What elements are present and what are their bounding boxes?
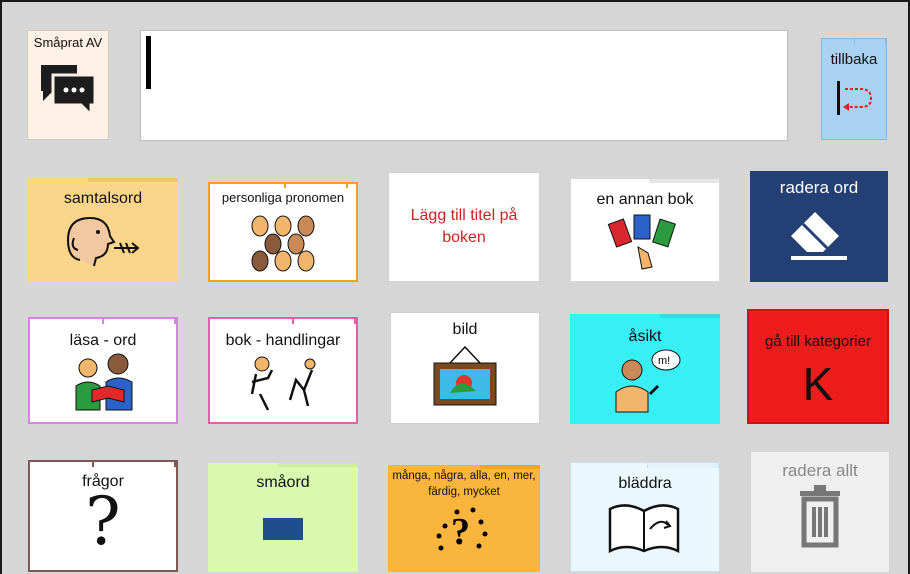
folder-tab (284, 184, 348, 188)
return-arrow-icon (837, 81, 873, 115)
app-frame: Småprat AV tillbaka samtalsord personlig… (0, 0, 910, 574)
actions-icon (250, 356, 316, 411)
rectangle-icon (263, 518, 303, 541)
eraser-icon (791, 212, 847, 261)
bladdra-label: bläddra (618, 475, 672, 492)
svg-text:m!: m! (658, 355, 670, 367)
lagg-till-titel-button[interactable]: Lägg till titel på boken (388, 172, 540, 282)
message-input[interactable] (140, 30, 788, 141)
samtalsord-button[interactable]: samtalsord (28, 178, 178, 282)
k-letter: K (802, 358, 834, 410)
asikt-label: åsikt (628, 328, 662, 345)
personliga-pronomen-label: personliga pronomen (221, 190, 345, 205)
radera-ord-label: radera ord (779, 178, 859, 197)
bladdra-button[interactable]: bläddra (570, 462, 720, 572)
speaking-head-icon (66, 217, 140, 267)
ga-till-kategorier-label: gå till kategorier (765, 333, 871, 350)
ga-till-kategorier-button[interactable]: gå till kategorier K (747, 309, 889, 424)
folder-tab (92, 462, 176, 467)
folder-tab (102, 319, 176, 324)
folder-tab (292, 319, 356, 324)
books-icon (607, 214, 676, 270)
en-annan-bok-label: en annan bok (596, 191, 694, 208)
radera-ord-button[interactable]: radera ord (750, 171, 888, 282)
reading-people-icon (75, 353, 133, 411)
faces-icon (251, 215, 315, 272)
manga-label: många, några, alla, en, mer, färdig, myc… (392, 470, 536, 498)
manga-button[interactable]: många, några, alla, en, mer, färdig, myc… (388, 465, 540, 572)
folder-tab (278, 463, 358, 467)
svg-text:?: ? (451, 511, 470, 553)
smaord-button[interactable]: småord (208, 463, 358, 572)
folder-tab (660, 314, 720, 318)
question-mark-icon: ? (85, 483, 121, 561)
radera-allt-button[interactable]: radera allt (751, 452, 889, 572)
lagg-till-titel-label: Lägg till titel på boken (410, 207, 518, 246)
folder-tab (649, 179, 719, 183)
fragor-button[interactable]: frågor ? (28, 460, 178, 572)
opinion-person-icon: m! (615, 349, 681, 413)
personliga-pronomen-button[interactable]: personliga pronomen (208, 182, 358, 282)
bild-label: bild (452, 321, 478, 338)
chat-bubbles-icon (41, 64, 97, 119)
framed-picture-icon (433, 346, 497, 406)
text-cursor (146, 36, 151, 89)
dotted-question-icon: ? (436, 507, 488, 553)
smaprat-label: Småprat AV (33, 35, 103, 50)
trash-icon (800, 485, 840, 548)
folder-tab (854, 39, 886, 44)
smaord-label: småord (256, 474, 310, 491)
smaprat-button[interactable]: Småprat AV (27, 30, 109, 140)
folder-tab (88, 178, 178, 182)
folder-tab (647, 463, 719, 468)
en-annan-bok-button[interactable]: en annan bok (570, 178, 720, 282)
folder-tab (480, 465, 540, 469)
page-turn-icon (608, 504, 680, 554)
lasa-ord-button[interactable]: läsa - ord (28, 317, 178, 424)
bild-button[interactable]: bild (390, 312, 540, 424)
bok-handlingar-button[interactable]: bok - handlingar (208, 317, 358, 424)
samtalsord-label: samtalsord (63, 190, 143, 207)
asikt-button[interactable]: åsikt m! (570, 314, 720, 424)
bok-handlingar-label: bok - handlingar (225, 332, 341, 349)
tillbaka-label: tillbaka (830, 51, 878, 68)
radera-allt-label: radera allt (782, 461, 858, 480)
lasa-ord-label: läsa - ord (69, 332, 137, 349)
tillbaka-button[interactable]: tillbaka (821, 38, 887, 140)
